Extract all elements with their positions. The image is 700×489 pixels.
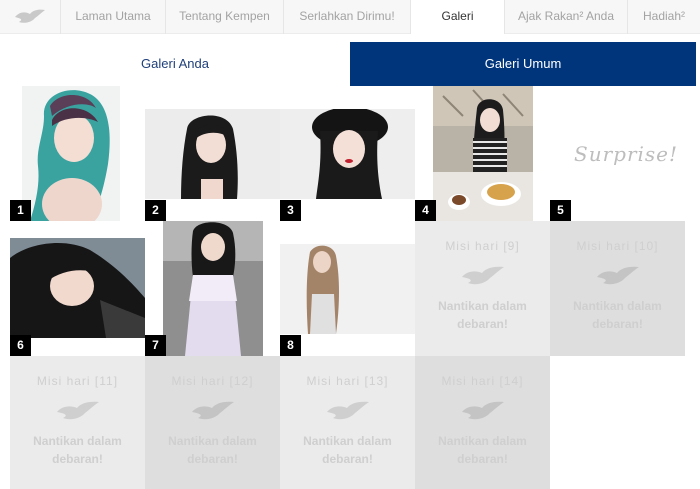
dove-icon [327,401,369,420]
dove-icon [462,266,504,285]
nav-item-tentang-kempen[interactable]: Tentang Kempen [165,0,283,34]
locked-title: Misi hari [9] [445,239,520,253]
dove-icon [57,401,99,420]
tab-galeri-anda[interactable]: Galeri Anda [0,42,350,86]
gallery-tile-5[interactable]: Surprise! 5 [550,86,685,221]
locked-message: Nantikan dalam debaran! [303,434,392,466]
tile-number: 8 [280,335,301,356]
nav-item-serlahkan-dirimu[interactable]: Serlahkan Dirimu! [283,0,410,34]
nav-item-ajak-rakan[interactable]: Ajak Rakan² Anda [504,0,627,34]
locked-mission-12: Misi hari [12] Nantikan dalam debaran! [145,356,280,489]
tab-galeri-umum[interactable]: Galeri Umum [350,42,696,86]
dove-icon [192,401,234,420]
photo-3 [280,109,415,199]
locked-mission-11: Misi hari [11] Nantikan dalam debaran! [10,356,145,489]
locked-message: Nantikan dalam debaran! [168,434,257,466]
tile-number: 2 [145,200,166,221]
gallery-tile-8[interactable]: 8 [280,221,415,356]
photo-2 [145,109,280,199]
tile-number: 3 [280,200,301,221]
locked-title: Misi hari [10] [576,239,659,253]
dove-icon [462,401,504,420]
tile-number: 5 [550,200,571,221]
tile-number: 1 [10,200,31,221]
gallery-tile-4[interactable]: 4 [415,86,550,221]
locked-message: Nantikan dalam debaran! [438,434,527,466]
photo-4 [433,86,533,221]
top-nav: Laman Utama Tentang Kempen Serlahkan Dir… [0,0,700,34]
gallery-tile-3[interactable]: 3 [280,109,415,221]
locked-title: Misi hari [14] [441,374,524,388]
gallery-tile-2[interactable]: 2 [145,109,280,221]
tile-number: 4 [415,200,436,221]
gallery-tile-1[interactable]: 1 [10,86,145,221]
locked-message: Nantikan dalam debaran! [33,434,122,466]
photo-8 [280,244,415,334]
surprise-text: Surprise! [574,142,679,166]
photo-1 [22,86,120,221]
dove-icon [597,266,639,285]
nav-item-hadiah[interactable]: Hadiah² [627,0,700,34]
locked-mission-13: Misi hari [13] Nantikan dalam debaran! [280,356,415,489]
gallery-grid: 1 2 3 4 Surprise! 5 Misi hari [9] Nantik… [10,86,686,489]
gallery-tile-6[interactable]: 6 [10,221,145,356]
photo-7 [163,221,263,356]
tile-number: 6 [10,335,31,356]
locked-title: Misi hari [12] [171,374,254,388]
locked-title: Misi hari [13] [306,374,389,388]
nav-item-laman-utama[interactable]: Laman Utama [60,0,165,34]
photo-6 [10,238,145,338]
nav-item-galeri[interactable]: Galeri [410,0,504,34]
locked-mission-9: Misi hari [9] Nantikan dalam debaran! [415,221,550,356]
locked-message: Nantikan dalam debaran! [438,299,527,331]
locked-mission-10: Misi hari [10] Nantikan dalam debaran! [550,221,685,356]
tile-number: 7 [145,335,166,356]
locked-message: Nantikan dalam debaran! [573,299,662,331]
locked-mission-14: Misi hari [14] Nantikan dalam debaran! [415,356,550,489]
gallery-tile-7[interactable]: 7 [145,221,280,356]
dove-icon[interactable] [0,0,60,34]
page: Laman Utama Tentang Kempen Serlahkan Dir… [0,0,700,489]
locked-title: Misi hari [11] [36,374,119,388]
